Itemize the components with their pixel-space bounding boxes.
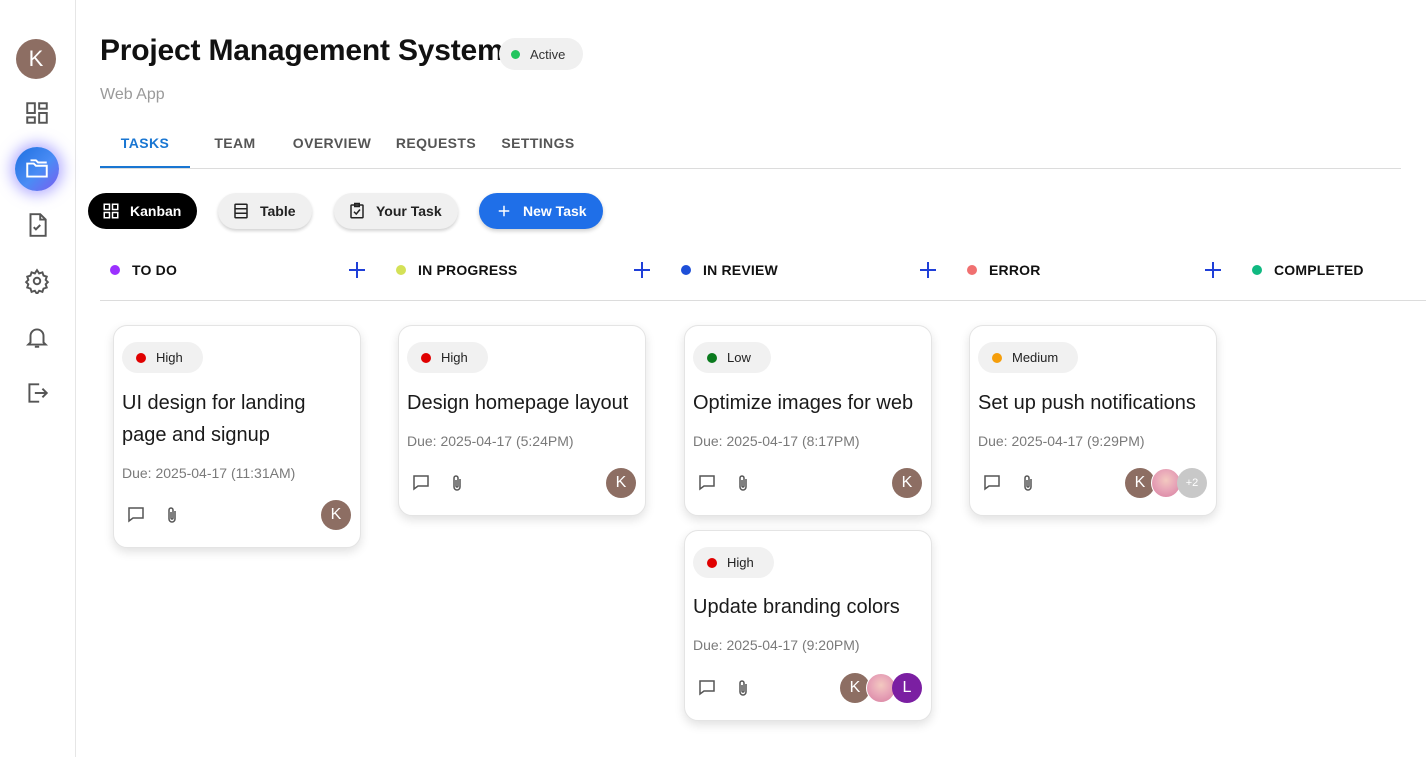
task-due-date: Due: 2025-04-17 (9:29PM) <box>978 433 1145 449</box>
attachment-icon[interactable] <box>733 678 753 698</box>
comment-icon[interactable] <box>697 473 717 493</box>
column-color-dot <box>967 265 977 275</box>
task-due-date: Due: 2025-04-17 (5:24PM) <box>407 433 574 449</box>
task-due-date: Due: 2025-04-17 (8:17PM) <box>693 433 860 449</box>
assignee-avatar[interactable]: L <box>892 673 922 703</box>
column-divider <box>100 300 1426 301</box>
column-header-in-review: IN REVIEW <box>681 258 778 282</box>
priority-dot <box>707 352 717 363</box>
add-task-error-icon[interactable] <box>1203 260 1223 280</box>
sidebar: K <box>0 0 76 757</box>
column-color-dot <box>110 265 120 275</box>
checklist-icon <box>350 202 364 219</box>
comment-icon[interactable] <box>982 473 1002 493</box>
priority-dot <box>992 352 1002 363</box>
task-card[interactable]: Low Optimize images for web Due: 2025-04… <box>684 325 932 516</box>
task-title: UI design for landing page and signup <box>122 392 306 446</box>
comment-icon[interactable] <box>126 505 146 525</box>
tab-bar: TASKS TEAM OVERVIEW REQUESTS SETTINGS <box>100 126 1401 169</box>
assignee-avatar[interactable]: K <box>892 468 922 498</box>
status-badge: Active <box>499 38 584 70</box>
notifications-icon[interactable] <box>21 321 53 353</box>
column-color-dot <box>1252 265 1262 275</box>
assignee-avatar[interactable]: K <box>606 468 636 498</box>
your-task-button[interactable]: Your Task <box>334 193 458 229</box>
table-label: Table <box>260 203 296 219</box>
task-card[interactable]: Medium Set up push notifications Due: 20… <box>969 325 1217 516</box>
priority-badge: High <box>693 547 774 578</box>
task-title: Design homepage layout <box>407 392 629 414</box>
task-title: Update branding colors <box>693 596 900 618</box>
attachment-icon[interactable] <box>447 473 467 493</box>
task-due-date: Due: 2025-04-17 (11:31AM) <box>122 465 296 481</box>
column-color-dot <box>681 265 691 275</box>
tab-requests[interactable]: REQUESTS <box>394 126 478 168</box>
priority-label: Low <box>727 350 751 365</box>
project-subtitle: Web App <box>100 86 165 103</box>
column-title: ERROR <box>989 262 1041 278</box>
task-card[interactable]: High Design homepage layout Due: 2025-04… <box>398 325 646 516</box>
logout-icon[interactable] <box>21 377 53 409</box>
priority-badge: Medium <box>978 342 1079 373</box>
dashboard-icon[interactable] <box>21 97 53 129</box>
kanban-view-button[interactable]: Kanban <box>88 193 198 229</box>
more-assignees-badge[interactable]: +2 <box>1177 468 1207 498</box>
active-tab-indicator <box>100 166 190 168</box>
priority-dot <box>707 557 717 568</box>
assignee-avatar[interactable]: K <box>321 500 351 530</box>
tab-overview[interactable]: OVERVIEW <box>290 126 374 168</box>
task-document-icon[interactable] <box>21 209 53 241</box>
column-header-error: ERROR <box>967 258 1041 282</box>
tab-team[interactable]: TEAM <box>208 126 262 168</box>
user-avatar[interactable]: K <box>16 39 56 79</box>
column-header-in-progress: IN PROGRESS <box>396 258 517 282</box>
task-card[interactable]: High UI design for landing page and sign… <box>113 325 361 548</box>
new-task-button[interactable]: New Task <box>479 193 603 229</box>
column-title: TO DO <box>132 262 178 278</box>
column-title: IN PROGRESS <box>418 262 518 278</box>
priority-label: High <box>156 350 183 365</box>
table-view-button[interactable]: Table <box>218 193 312 229</box>
priority-label: Medium <box>1012 350 1059 365</box>
add-task-in-review-icon[interactable] <box>918 260 938 280</box>
task-card[interactable]: High Update branding colors Due: 2025-04… <box>684 530 932 721</box>
attachment-icon[interactable] <box>162 505 182 525</box>
priority-badge: High <box>122 342 203 373</box>
status-dot <box>511 49 520 59</box>
priority-label: High <box>441 350 468 365</box>
comment-icon[interactable] <box>411 473 431 493</box>
column-title: IN REVIEW <box>703 262 778 278</box>
task-title: Optimize images for web <box>693 392 914 414</box>
kanban-label: Kanban <box>130 203 182 219</box>
add-task-in-progress-icon[interactable] <box>632 260 652 280</box>
folder-icon[interactable] <box>15 147 59 191</box>
column-color-dot <box>396 265 406 275</box>
task-title: Set up push notifications <box>978 392 1196 414</box>
column-header-todo: TO DO <box>110 258 177 282</box>
priority-dot <box>421 352 431 363</box>
page-title: Project Management System <box>100 34 504 67</box>
new-task-label: New Task <box>523 203 587 219</box>
priority-badge: Low <box>693 342 771 373</box>
comment-icon[interactable] <box>697 678 717 698</box>
column-title: COMPLETED <box>1274 262 1364 278</box>
priority-label: High <box>727 555 754 570</box>
status-label: Active <box>530 46 566 62</box>
settings-icon[interactable] <box>21 265 53 297</box>
attachment-icon[interactable] <box>733 473 753 493</box>
grid-icon <box>103 203 119 219</box>
your-task-label: Your Task <box>376 203 442 219</box>
column-header-completed: COMPLETED <box>1252 258 1364 282</box>
priority-dot <box>136 352 146 363</box>
add-task-todo-icon[interactable] <box>347 260 367 280</box>
plus-icon <box>498 205 510 217</box>
table-icon <box>234 203 248 219</box>
task-due-date: Due: 2025-04-17 (9:20PM) <box>693 637 860 653</box>
priority-badge: High <box>407 342 488 373</box>
tab-settings[interactable]: SETTINGS <box>498 126 578 168</box>
tab-tasks[interactable]: TASKS <box>100 126 190 168</box>
attachment-icon[interactable] <box>1018 473 1038 493</box>
